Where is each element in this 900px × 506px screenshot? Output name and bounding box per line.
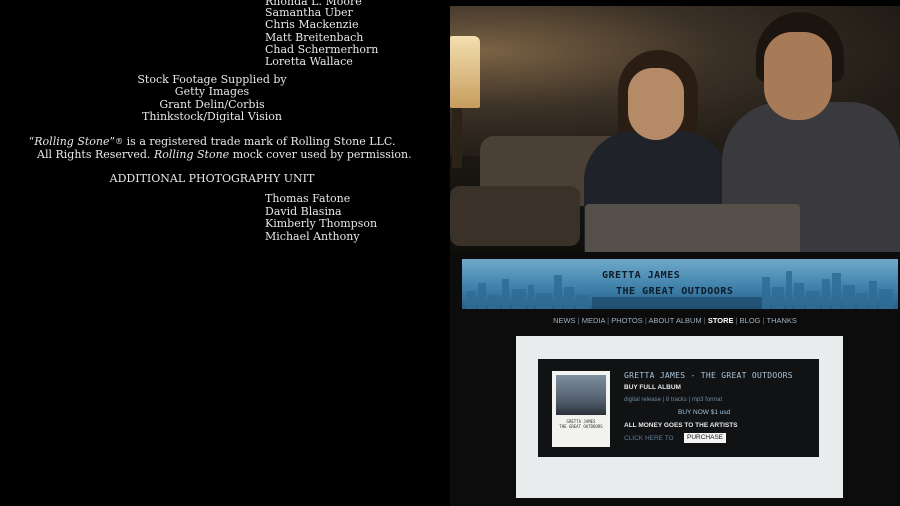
magazine-name: Rolling Stone [153,148,230,161]
nav-photos[interactable]: PHOTOS [611,316,643,325]
purchase-button[interactable]: PURCHASE [684,433,727,443]
credit-name: Michael Anthony [265,230,360,243]
laptop-screen: GRETTA JAMES THE GREAT OUTDOORS NEWS | M… [450,252,900,506]
product-card: GRETTA JAMES THE GREAT OUTDOORS GRETTA J… [538,359,819,457]
click-here-label: CLICK HERE TO [624,435,674,442]
sofa-arm [450,186,580,246]
album-cover-photo [556,375,606,415]
nav-about-album[interactable]: ABOUT ALBUM [648,316,701,325]
site-banner: GRETTA JAMES THE GREAT OUTDOORS [462,259,898,309]
banner-artist: GRETTA JAMES [602,270,681,281]
laptop [585,204,800,252]
nav-separator: | [607,316,610,325]
rights-text: All Rights Reserved. [37,148,154,161]
credits-panel: Digital Intermediate Producer Rhonda L. … [0,0,450,506]
film-still [450,6,900,252]
credit-name: Loretta Wallace [265,55,353,68]
woman-face [628,68,684,140]
buy-full-album-label: BUY FULL ALBUM [624,384,681,391]
site-nav: NEWS | MEDIA | PHOTOS | ABOUT ALBUM | ST… [450,316,900,326]
lamp-base [452,108,462,168]
nav-thanks[interactable]: THANKS [767,316,797,325]
nav-media[interactable]: MEDIA [582,316,605,325]
man-face [764,32,832,120]
trademark-text: is a registered trade mark of Rolling St… [123,135,396,148]
album-cover: GRETTA JAMES THE GREAT OUTDOORS [552,371,610,447]
credit-name: Chris Mackenzie [265,18,359,31]
lamp-shade [450,36,480,108]
unit-heading: ADDITIONAL PHOTOGRAPHY UNIT [109,172,315,185]
permission-text: mock cover used by permission. [229,148,412,161]
product-title: GRETTA JAMES - THE GREAT OUTDOORS [624,371,793,380]
trademark-line-1: “Rolling Stone”® is a registered trade m… [28,135,396,148]
nav-separator: | [703,316,706,325]
nav-separator: | [762,316,765,325]
stock-footage-line: Thinkstock/Digital Vision [142,110,282,123]
nav-store[interactable]: STORE [708,316,734,325]
credit-name: Kimberly Thompson [265,217,378,230]
trademark-line-2: All Rights Reserved. Rolling Stone mock … [37,148,412,161]
banner-album: THE GREAT OUTDOORS [616,286,734,297]
nav-separator: | [644,316,647,325]
product-details: digital release | 8 tracks | mp3 format [624,397,723,403]
buy-now-link[interactable]: BUY NOW $1 usd [678,408,730,417]
nav-separator: | [735,316,738,325]
registered-mark: ® [115,137,124,146]
store-panel: GRETTA JAMES THE GREAT OUTDOORS GRETTA J… [516,336,843,498]
credit-name: Thomas Fatone [265,192,351,205]
stock-footage-line: Getty Images [174,85,250,98]
artist-money-note: ALL MONEY GOES TO THE ARTISTS [624,422,738,429]
album-cover-text: GRETTA JAMES THE GREAT OUTDOORS [556,419,606,429]
nav-separator: | [577,316,580,325]
nav-blog[interactable]: BLOG [740,316,761,325]
album-cover-title: THE GREAT OUTDOORS [559,424,603,429]
magazine-name: Rolling Stone [34,135,110,148]
nav-news[interactable]: NEWS [553,316,576,325]
